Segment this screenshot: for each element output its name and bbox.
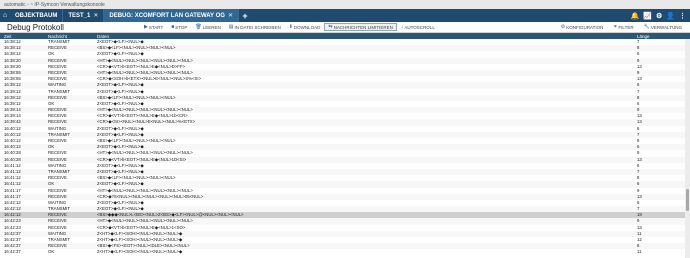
vertical-scrollbar[interactable] bbox=[685, 39, 690, 258]
play-icon: ▶ bbox=[144, 24, 148, 30]
start-button[interactable]: ▶ START bbox=[140, 23, 167, 31]
column-header-data[interactable]: Daten bbox=[97, 34, 637, 39]
add-tab-icon[interactable]: + bbox=[239, 9, 251, 22]
close-icon[interactable]: ✕ bbox=[93, 12, 98, 19]
home-icon[interactable]: ⌂ bbox=[0, 9, 10, 22]
cell-length: 11 bbox=[637, 249, 642, 255]
cell-message: OK bbox=[48, 249, 55, 255]
filter-button[interactable]: ⏷ FILTER bbox=[609, 23, 637, 31]
debug-table: Zeit Nachricht Daten Länge 16:38:12 TRANS… bbox=[0, 33, 690, 258]
window-titlebar: automatic - ~ IP-Symcon Verwaltungskonso… bbox=[0, 0, 690, 9]
configuration-button[interactable]: ⚙ KONFIGURATION bbox=[557, 23, 608, 31]
tab-label: TEST_1 bbox=[68, 12, 91, 19]
write-file-label: IN DATEI SCHREIBEN bbox=[234, 24, 281, 30]
configuration-label: KONFIGURATION bbox=[566, 24, 604, 30]
tab-test-1[interactable]: TEST_1 ✕ bbox=[63, 9, 105, 22]
trash-icon: 🗑 bbox=[195, 24, 202, 30]
user-icon[interactable]: 👤 bbox=[666, 12, 675, 20]
download-icon: ⬇ bbox=[288, 24, 293, 30]
scroll-icon: ↓ bbox=[400, 24, 404, 30]
tab-label: OBJEKTBAUM bbox=[15, 12, 58, 19]
gear-icon: ⚙ bbox=[560, 24, 566, 30]
limit-messages-button[interactable]: ⇆ NACHRICHTEN LIMITIEREN bbox=[324, 23, 397, 31]
management-button[interactable]: 🔧 VERWALTUNG bbox=[640, 23, 686, 31]
cell-data: Z<HT>◆<LF><SOH><NUL><NUL><NUL>◆ bbox=[97, 249, 183, 255]
file-icon: ▤ bbox=[228, 24, 234, 30]
start-label: START bbox=[148, 24, 164, 30]
autoscroll-button[interactable]: ↓ AUTOSCROLL bbox=[397, 23, 439, 31]
autoscroll-label: AUTOSCROLL bbox=[404, 24, 435, 30]
cell-time: 16:42:37 bbox=[4, 249, 21, 255]
download-button[interactable]: ⬇ DOWNLOAD bbox=[285, 23, 325, 31]
page-title: Debug Protokoll bbox=[7, 22, 64, 32]
column-header-time[interactable]: Zeit bbox=[0, 34, 48, 39]
chart-icon[interactable]: 📈 bbox=[643, 12, 652, 20]
close-icon[interactable]: ✕ bbox=[228, 12, 233, 19]
toolbar: Debug Protokoll ▶ START ■ STOP 🗑 LEEREN ▤ IN… bbox=[0, 22, 690, 33]
wrench-icon: 🔧 bbox=[643, 24, 650, 30]
stop-label: STOP bbox=[175, 24, 188, 30]
table-body: 16:38:12 TRANSMIT Z<EOT>◆<LF><NUL>◆ 7 16:38:… bbox=[0, 39, 690, 256]
table-row[interactable]: 16:42:37 OK Z<HT>◆<LF><SOH><NUL><NUL><NUL>… bbox=[0, 249, 690, 255]
management-label: VERWALTUNG bbox=[650, 24, 682, 30]
menu-icon[interactable]: ⋮ bbox=[679, 12, 686, 20]
stop-icon: ■ bbox=[171, 24, 175, 30]
limit-messages-label: NACHRICHTEN LIMITIEREN bbox=[333, 24, 393, 30]
column-header-message[interactable]: Nachricht bbox=[48, 34, 97, 39]
window-title: automatic - ~ IP-Symcon Verwaltungskonso… bbox=[4, 1, 105, 8]
clear-label: LEEREN bbox=[202, 24, 221, 30]
scrollbar-thumb[interactable] bbox=[686, 189, 689, 211]
tab-bar: ⌂ OBJEKTBAUM TEST_1 ✕ DEBUG: XCOMFORT LA… bbox=[0, 9, 690, 22]
filter-icon: ⏷ bbox=[613, 24, 618, 30]
tab-debug[interactable]: DEBUG: XCOMFORT LAN GATEWAY OG ✕ bbox=[104, 9, 239, 22]
filter-label: FILTER bbox=[618, 24, 634, 30]
notification-icon[interactable]: 🔔 bbox=[631, 12, 640, 20]
stop-button[interactable]: ■ STOP bbox=[167, 23, 191, 31]
settings-icon[interactable]: ⚙ bbox=[656, 12, 662, 20]
write-file-button[interactable]: ▤ IN DATEI SCHREIBEN bbox=[225, 23, 285, 31]
limit-icon: ⇆ bbox=[328, 24, 333, 30]
clear-button[interactable]: 🗑 LEEREN bbox=[191, 23, 224, 31]
download-label: DOWNLOAD bbox=[293, 24, 321, 30]
tab-label: DEBUG: XCOMFORT LAN GATEWAY OG bbox=[109, 12, 225, 19]
column-header-length[interactable]: Länge bbox=[637, 34, 682, 39]
tab-objektbaum[interactable]: OBJEKTBAUM bbox=[10, 9, 64, 22]
